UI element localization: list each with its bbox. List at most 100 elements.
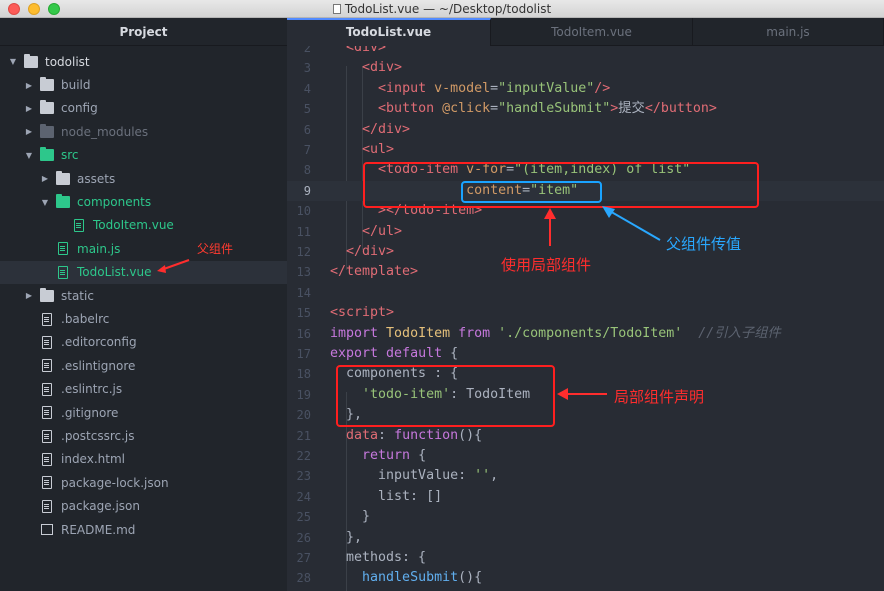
code-line[interactable]: 26 }, (287, 528, 884, 548)
tree-item-label: .editorconfig (61, 335, 137, 350)
tree-item[interactable]: ▶ assets (0, 167, 287, 190)
tree-item-label: index.html (61, 452, 125, 467)
chevron-right-icon[interactable]: ▶ (40, 174, 50, 183)
line-number: 6 (303, 122, 311, 137)
tree-item[interactable]: TodoItem.vue (0, 214, 287, 237)
code-token: : (378, 427, 395, 443)
code-token: inputValue: (330, 468, 475, 484)
chevron-right-icon[interactable]: ▶ (24, 127, 34, 136)
code-line[interactable]: 27 methods: { (287, 548, 884, 568)
code-line[interactable]: 11 </ul> (287, 222, 884, 242)
file-icon (42, 335, 52, 349)
tree-item[interactable]: ▼ src (0, 144, 287, 167)
code-line[interactable]: 6 </div> (287, 120, 884, 140)
tab-main-js[interactable]: main.js (693, 18, 884, 46)
tree-item-label: .eslintrc.js (61, 382, 123, 397)
tree-item[interactable]: .eslintrc.js (0, 378, 287, 401)
tree-item[interactable]: ▶ static (0, 284, 287, 307)
line-number: 4 (303, 81, 311, 96)
tree-item[interactable]: ▶ config (0, 97, 287, 120)
code-line[interactable]: 28 handleSubmit(){ (287, 568, 884, 588)
sidebar-header: Project (0, 18, 287, 46)
tree-item-label: README.md (61, 522, 136, 537)
code-line[interactable]: 14 (287, 283, 884, 303)
code-token: @click (442, 101, 491, 117)
tree-item[interactable]: main.js (0, 237, 287, 260)
code-token: '' (474, 468, 491, 484)
document-icon (332, 4, 341, 14)
code-token: </div> (362, 121, 411, 137)
tree-item[interactable]: package-lock.json (0, 471, 287, 494)
code-line[interactable]: 5 <button @click="handleSubmit">提交</butt… (287, 99, 884, 119)
line-number: 26 (296, 530, 311, 545)
folder-icon (40, 100, 54, 115)
code-token: 提交 (618, 101, 645, 117)
code-line[interactable]: 24 list: [] (287, 487, 884, 507)
code-token: from (458, 325, 499, 341)
chevron-right-icon[interactable]: ▶ (24, 81, 34, 90)
line-number: 11 (296, 224, 311, 239)
code-token: "inputValue" (498, 80, 595, 96)
file-icon (42, 359, 52, 373)
code-token: TodoItem (386, 325, 459, 341)
code-line[interactable]: 16 import TodoItem from './components/Tod… (287, 324, 884, 344)
chevron-down-icon[interactable]: ▼ (24, 151, 34, 160)
tree-item[interactable]: .editorconfig (0, 331, 287, 354)
tab-todoitem-vue[interactable]: TodoItem.vue (491, 18, 693, 46)
tree-item[interactable]: README.md (0, 518, 287, 541)
code-token: /> (594, 80, 611, 96)
code-text: methods: { (330, 548, 426, 568)
chevron-down-icon[interactable]: ▼ (8, 57, 18, 66)
zoom-window-button[interactable] (48, 3, 60, 15)
folder-icon (56, 194, 70, 209)
tab-todolist-vue[interactable]: TodoList.vue (287, 18, 491, 46)
tree-item[interactable]: ▶ build (0, 73, 287, 96)
code-line[interactable]: 3 <div> (287, 58, 884, 78)
file-icon (42, 382, 52, 396)
line-number: 22 (296, 449, 311, 463)
code-line[interactable]: 17 export default { (287, 344, 884, 364)
code-text: return { (330, 446, 426, 466)
tree-item-label: .eslintignore (61, 358, 136, 373)
chevron-right-icon[interactable]: ▶ (24, 291, 34, 300)
code-line[interactable]: 2 <div> (287, 46, 884, 58)
tree-item[interactable]: TodoList.vue (0, 260, 287, 284)
code-token: (){ (458, 570, 483, 586)
annotation-pass-value: 父组件传值 (666, 235, 742, 253)
minimize-window-button[interactable] (28, 3, 40, 15)
chevron-down-icon[interactable]: ▼ (40, 198, 50, 207)
code-token: <input (378, 80, 435, 96)
code-token: } (330, 509, 371, 525)
close-window-button[interactable] (8, 3, 20, 15)
tree-item[interactable]: .postcssrc.js (0, 424, 287, 447)
code-text: <input v-model="inputValue"/> (330, 79, 610, 99)
tree-item[interactable]: package.json (0, 495, 287, 518)
tree-item[interactable]: ▼ components (0, 190, 287, 213)
tree-item[interactable]: index.html (0, 448, 287, 471)
code-editor[interactable]: 2 <div> 3 <div> 4 <input v-model="inputVal… (287, 46, 884, 591)
code-line[interactable]: 4 <input v-model="inputValue"/> (287, 79, 884, 99)
tree-item[interactable]: ▼ todolist (0, 50, 287, 73)
tree-item[interactable]: .gitignore (0, 401, 287, 424)
code-line[interactable]: 15 <script> (287, 303, 884, 323)
folder-icon (56, 170, 70, 185)
tree-item[interactable]: .babelrc (0, 307, 287, 330)
code-line[interactable]: 7 <ul> (287, 140, 884, 160)
code-line[interactable]: 23 inputValue: '', (287, 466, 884, 486)
tree-item-label: config (61, 101, 98, 116)
code-token: </ul> (362, 223, 403, 239)
code-token: , (490, 468, 499, 484)
window-title: TodoList.vue — ~/Desktop/todolist (344, 2, 552, 16)
tree-item[interactable]: ▶ node_modules (0, 120, 287, 143)
code-token: <button (378, 101, 443, 117)
chevron-right-icon[interactable]: ▶ (24, 104, 34, 113)
code-line[interactable]: 21 data: function(){ (287, 426, 884, 446)
code-line[interactable]: 22 return { (287, 446, 884, 466)
tree-item[interactable]: .eslintignore (0, 354, 287, 377)
annotation-arrow-declaration (557, 388, 607, 400)
code-token: methods: { (330, 550, 427, 565)
code-line[interactable]: 25 } (287, 507, 884, 527)
tree-item-label: .postcssrc.js (61, 429, 135, 444)
